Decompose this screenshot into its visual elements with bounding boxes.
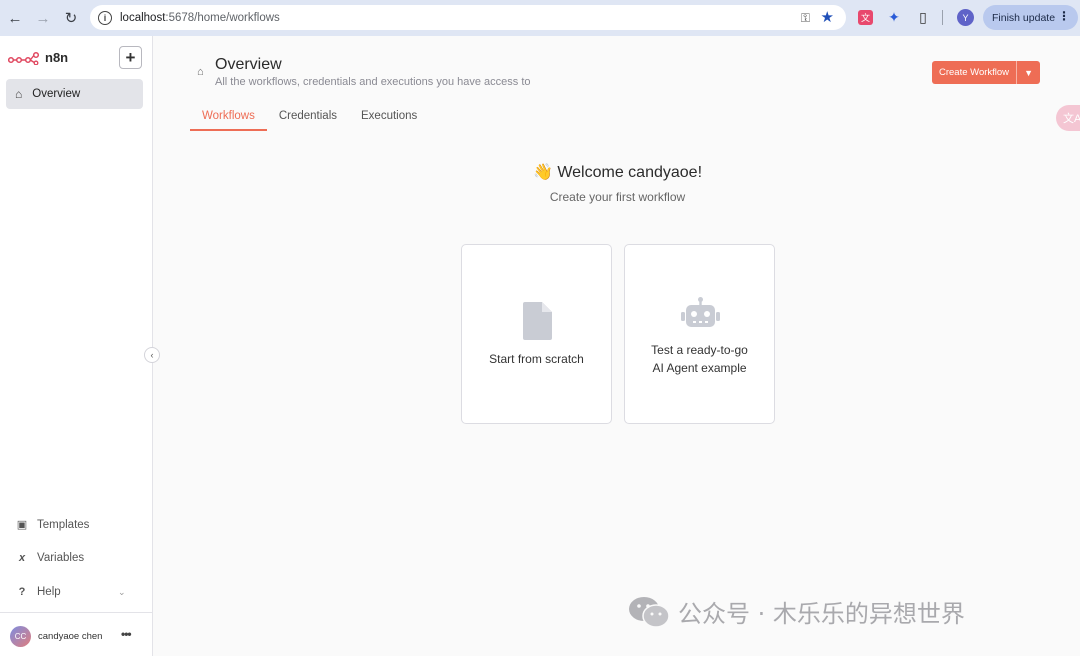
start-from-scratch-card[interactable]: Start from scratch	[461, 244, 612, 424]
create-workflow-button[interactable]: Create Workflow	[932, 61, 1018, 84]
bookmark-star-icon[interactable]: ★	[821, 8, 834, 26]
back-arrow-icon[interactable]: ←	[4, 7, 26, 29]
sidebar-item-label: Variables	[37, 552, 85, 564]
browser-toolbar: ← → ↻ i localhost:5678/home/workflows ⚿ …	[0, 0, 1080, 36]
ai-agent-example-card[interactable]: Test a ready-to-go AI Agent example	[624, 244, 775, 424]
robot-icon	[681, 297, 720, 327]
tab-bar: Workflows Credentials Executions	[190, 110, 429, 131]
sidebar: n8n + ⌂ Overview ▣ Templates x Variables…	[0, 36, 153, 656]
wechat-icon	[629, 596, 670, 628]
n8n-logo-icon	[8, 51, 40, 65]
profile-avatar[interactable]: Y	[957, 9, 974, 26]
create-workflow-button-group: Create Workflow ▼	[932, 61, 1041, 84]
floating-translate-icon[interactable]: 文A	[1056, 105, 1080, 131]
tab-workflows[interactable]: Workflows	[190, 110, 267, 131]
sidebar-item-label: Help	[37, 586, 61, 598]
user-name: candyaoe chen	[38, 631, 103, 642]
more-options-icon[interactable]: •••	[121, 627, 132, 641]
tab-executions[interactable]: Executions	[349, 110, 429, 131]
toolbar-divider	[942, 10, 943, 25]
site-info-icon[interactable]: i	[98, 10, 112, 25]
translate-extension-icon[interactable]: 文	[858, 10, 873, 25]
address-bar[interactable]: i localhost:5678/home/workflows ⚿ ★	[90, 5, 846, 30]
home-icon: ⌂	[15, 87, 23, 101]
kebab-menu-icon: ⋮	[1058, 9, 1070, 23]
page-subtitle: All the workflows, credentials and execu…	[215, 76, 531, 88]
welcome-subtitle: Create your first workflow	[549, 190, 686, 204]
card-label-line2: AI Agent example	[652, 361, 747, 375]
variable-icon: x	[18, 552, 26, 564]
reload-icon[interactable]: ↻	[60, 7, 82, 29]
card-label-line1: Test a ready-to-go	[651, 343, 748, 357]
page-title: Overview	[215, 56, 282, 73]
sidebar-item-variables[interactable]: x Variables	[14, 552, 84, 564]
extensions-menu-icon[interactable]: ▯	[914, 8, 932, 26]
collapse-sidebar-chevron-icon[interactable]: ‹	[144, 347, 160, 363]
watermark-text: 公众号 · 木乐乐的异想世界	[678, 600, 965, 628]
question-icon: ?	[18, 586, 26, 598]
url-host: localhost	[120, 11, 166, 24]
card-label: Start from scratch	[489, 352, 584, 366]
sidebar-item-label: Overview	[32, 88, 81, 100]
n8n-logo[interactable]: n8n	[8, 50, 68, 65]
card-label: Test a ready-to-go AI Agent example	[625, 341, 774, 377]
sidebar-item-label: Templates	[37, 518, 90, 531]
divider	[0, 612, 152, 613]
sidebar-item-overview[interactable]: ⌂ Overview	[6, 79, 143, 109]
welcome-heading: 👋 Welcome candyaoe!	[532, 164, 703, 181]
password-key-icon[interactable]: ⚿	[801, 11, 810, 26]
url-text[interactable]: localhost:5678/home/workflows	[120, 12, 280, 24]
tab-credentials[interactable]: Credentials	[267, 110, 349, 131]
home-icon: ⌂	[197, 66, 204, 78]
url-path: :5678/home/workflows	[165, 11, 280, 24]
document-icon	[523, 302, 552, 340]
sidebar-item-help[interactable]: ? Help	[14, 586, 61, 598]
box-icon: ▣	[16, 519, 28, 531]
add-button[interactable]: +	[119, 46, 142, 69]
sidebar-item-templates[interactable]: ▣ Templates	[14, 518, 90, 532]
chevron-down-icon[interactable]: ▼	[1017, 61, 1040, 84]
watermark: 公众号 · 木乐乐的异想世界	[628, 594, 965, 629]
puzzle-extension-icon[interactable]: ✦	[885, 8, 903, 26]
brand-name: n8n	[45, 50, 69, 65]
finish-update-label: Finish update	[992, 11, 1056, 24]
finish-update-button[interactable]: Finish update ⋮	[983, 5, 1078, 30]
forward-arrow-icon[interactable]: →	[32, 7, 54, 29]
user-avatar[interactable]: CC	[10, 626, 31, 647]
chevron-down-icon[interactable]: ⌄	[118, 587, 126, 598]
